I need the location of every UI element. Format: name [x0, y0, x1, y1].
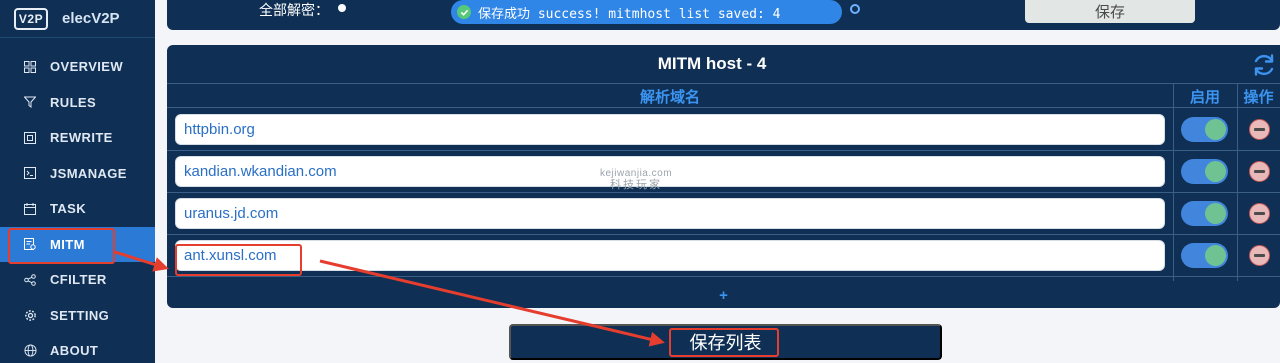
sidebar-nav: OVERVIEW RULES REWRITE JSMANAGE TASK MIT… — [0, 49, 155, 363]
sidebar-item-label: JSMANAGE — [50, 165, 127, 181]
watermark-brand: 科技玩家 — [610, 179, 663, 191]
highlight-box-save — [669, 328, 779, 357]
delete-button[interactable] — [1249, 119, 1270, 140]
app-window: V2P elecV2P OVERVIEW RULES REWRITE JSMAN… — [0, 0, 1280, 363]
sidebar-item-rewrite[interactable]: REWRITE — [0, 120, 155, 156]
sidebar-item-label: REWRITE — [50, 130, 113, 146]
sidebar-item-rules[interactable]: RULES — [0, 85, 155, 121]
table-row — [167, 109, 1280, 151]
sidebar-item-about[interactable]: ABOUT — [0, 333, 155, 363]
minus-icon — [1254, 254, 1265, 257]
minus-icon — [1254, 170, 1265, 173]
enable-toggle[interactable] — [1181, 159, 1228, 184]
highlight-box-mitm — [8, 228, 115, 264]
sidebar-item-label: CFILTER — [50, 272, 107, 288]
app-logo: V2P — [14, 7, 48, 30]
enable-toggle[interactable] — [1181, 201, 1228, 226]
toast-message: 保存成功 success! mitmhost list saved: 4 — [478, 6, 781, 22]
column-header-enabled: 启用 — [1189, 87, 1220, 106]
toggle-knob — [1205, 119, 1226, 140]
option-radio[interactable] — [850, 4, 860, 14]
table-header: 解析域名 启用 操作 — [167, 83, 1280, 108]
brand: V2P elecV2P — [0, 0, 155, 38]
delete-button[interactable] — [1249, 203, 1270, 224]
sidebar: V2P elecV2P OVERVIEW RULES REWRITE JSMAN… — [0, 0, 155, 363]
toggle-knob — [1205, 161, 1226, 182]
toggle-knob — [1205, 203, 1226, 224]
sidebar-item-label: TASK — [50, 201, 87, 217]
toggle-knob — [1205, 245, 1226, 266]
sidebar-item-label: RULES — [50, 94, 97, 110]
share-icon — [22, 272, 38, 288]
sidebar-item-label: SETTING — [50, 307, 110, 323]
success-toast: 保存成功 success! mitmhost list saved: 4 — [451, 0, 842, 24]
filter-icon — [22, 94, 38, 110]
add-host-button[interactable]: + — [167, 283, 1280, 308]
enable-toggle[interactable] — [1181, 117, 1228, 142]
column-header-domain: 解析域名 — [639, 87, 700, 106]
table-row — [167, 235, 1280, 277]
top-settings-bar: 全部解密： 保存成功 success! mitmhost list saved:… — [167, 0, 1280, 30]
globe-icon — [22, 343, 38, 359]
minus-icon — [1254, 128, 1265, 131]
refresh-icon[interactable] — [1251, 52, 1277, 78]
decrypt-all-label: 全部解密： — [259, 3, 329, 19]
delete-button[interactable] — [1249, 161, 1270, 182]
grid-icon — [22, 59, 38, 75]
sidebar-item-jsmanage[interactable]: JSMANAGE — [0, 156, 155, 192]
host-input[interactable] — [175, 240, 1165, 271]
enable-toggle[interactable] — [1181, 243, 1228, 268]
host-input[interactable] — [175, 114, 1165, 145]
watermark: kejiwanjia.com 科技玩家 — [600, 168, 672, 191]
highlight-box-host — [175, 244, 302, 276]
decrypt-all-radio[interactable] — [338, 4, 346, 12]
sidebar-item-label: OVERVIEW — [50, 59, 124, 75]
mitm-host-panel: MITM host - 4 解析域名 启用 操作 httpbin.org kan… — [167, 45, 1280, 308]
panel-title: MITM host - 4 — [657, 54, 767, 73]
save-button[interactable]: 保存 — [1025, 0, 1195, 23]
delete-button[interactable] — [1249, 245, 1270, 266]
watermark-domain: kejiwanjia.com — [600, 168, 673, 179]
calendar-icon — [22, 201, 38, 217]
app-name: elecV2P — [62, 10, 120, 27]
column-header-action: 操作 — [1243, 87, 1274, 106]
host-input[interactable] — [175, 198, 1165, 229]
table-row — [167, 151, 1280, 193]
gear-icon — [22, 307, 38, 323]
sidebar-item-cfilter[interactable]: CFILTER — [0, 262, 155, 298]
sidebar-item-label: ABOUT — [50, 343, 99, 359]
sidebar-item-task[interactable]: TASK — [0, 191, 155, 227]
check-circle-icon — [457, 5, 471, 19]
rewrite-icon — [22, 130, 38, 146]
table-row — [167, 193, 1280, 235]
sidebar-item-setting[interactable]: SETTING — [0, 298, 155, 334]
sidebar-item-overview[interactable]: OVERVIEW — [0, 49, 155, 85]
terminal-icon — [22, 165, 38, 181]
minus-icon — [1254, 212, 1265, 215]
